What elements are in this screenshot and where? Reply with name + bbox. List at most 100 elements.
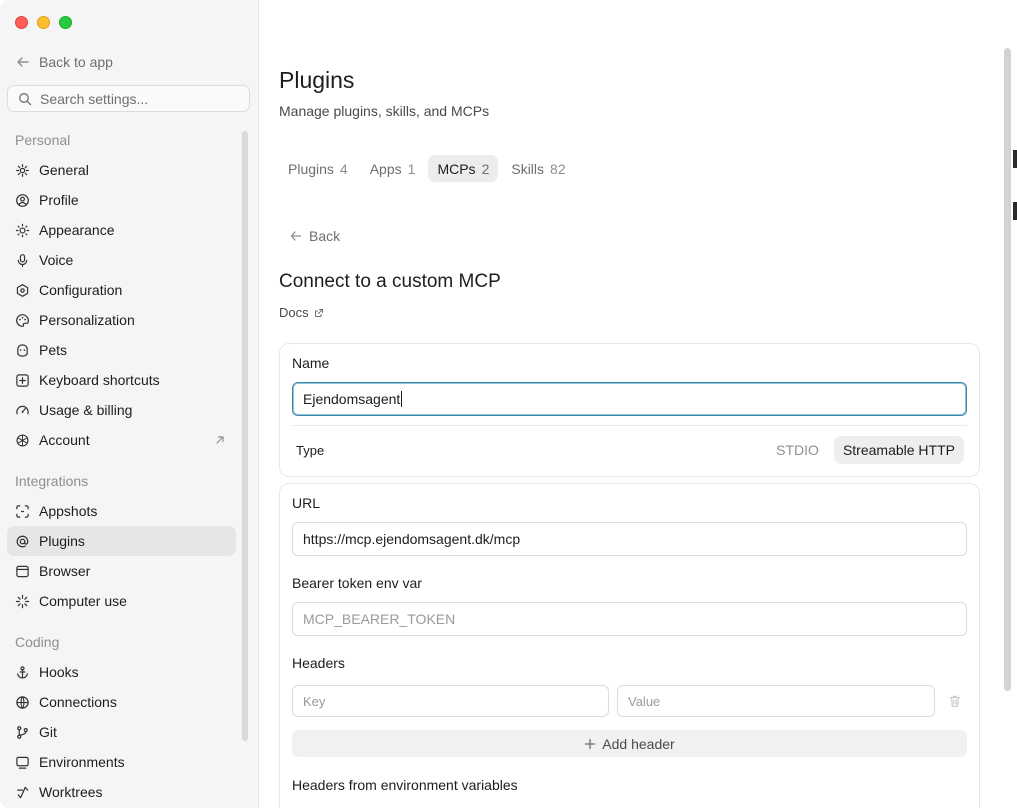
screenshot-frame-icon [16, 504, 29, 518]
openai-logo-icon [16, 433, 29, 447]
microphone-icon [17, 253, 28, 267]
type-option-stdio[interactable]: STDIO [767, 436, 828, 464]
header-value-field[interactable]: Value [617, 685, 935, 717]
tab-count: 1 [407, 160, 416, 177]
header-key-field[interactable]: Key [292, 685, 609, 717]
plus-icon [585, 738, 596, 749]
tab-label: Plugins [288, 160, 334, 177]
tab-mcps[interactable]: MCPs 2 [428, 155, 499, 182]
headers-label: Headers [292, 655, 345, 671]
section-personal: Personal [15, 132, 71, 148]
sidebar-item-label: Configuration [39, 282, 123, 298]
git-branch-icon [17, 725, 28, 739]
sidebar-item-usage-billing[interactable]: Usage & billing [7, 395, 236, 425]
configuration-icon [16, 283, 29, 297]
search-icon [19, 92, 32, 105]
anchor-icon [17, 665, 28, 679]
tab-apps[interactable]: Apps 1 [361, 155, 425, 182]
edge-fragment [1013, 150, 1017, 168]
sidebar-item-label: Pets [39, 342, 68, 358]
gauge-icon [16, 405, 29, 414]
sidebar-item-browser[interactable]: Browser [7, 556, 236, 586]
at-sign-icon [16, 535, 29, 547]
sidebar-item-personalization[interactable]: Personalization [7, 305, 236, 335]
bearer-token-field[interactable]: MCP_BEARER_TOKEN [292, 602, 967, 636]
section-coding: Coding [15, 634, 60, 650]
name-field[interactable]: Ejendomsagent [292, 382, 967, 416]
user-circle-icon [16, 193, 29, 207]
tab-count: 82 [550, 160, 566, 177]
sidebar-item-worktrees[interactable]: Worktrees [7, 777, 236, 807]
url-label: URL [292, 495, 321, 511]
sidebar-item-plugins[interactable]: Plugins [7, 526, 236, 556]
sidebar-item-keyboard-shortcuts[interactable]: Keyboard shortcuts [7, 365, 236, 395]
name-value: Ejendomsagent [303, 391, 401, 407]
sidebar-item-environments[interactable]: Environments [7, 747, 236, 777]
sidebar-item-appshots[interactable]: Appshots [7, 496, 236, 526]
divider [292, 425, 967, 426]
sidebar-item-label: Hooks [39, 664, 79, 680]
tab-bar: Plugins 4 Apps 1 MCPs 2 Skills 82 [279, 155, 575, 182]
page-title: Plugins [279, 67, 355, 93]
sidebar-item-appearance[interactable]: Appearance [7, 215, 236, 245]
trash-icon[interactable] [948, 694, 962, 708]
arrow-left-icon [290, 231, 302, 241]
tab-count: 2 [481, 160, 490, 177]
sidebar-item-label: Git [39, 724, 57, 740]
docs-label: Docs [279, 305, 309, 320]
edge-fragment [1013, 202, 1017, 220]
type-option-streamable-http[interactable]: Streamable HTTP [833, 436, 964, 464]
sidebar-item-profile[interactable]: Profile [7, 185, 236, 215]
sidebar-item-hooks[interactable]: Hooks [7, 657, 236, 687]
sidebar-item-configuration[interactable]: Configuration [7, 275, 236, 305]
type-segmented-control: STDIO Streamable HTTP [767, 436, 964, 464]
tab-plugins[interactable]: Plugins 4 [279, 155, 357, 182]
sidebar-item-label: Usage & billing [39, 402, 133, 418]
docs-link[interactable]: Docs [279, 305, 324, 320]
main-scrollbar[interactable] [1004, 48, 1011, 691]
keyboard-shortcut-icon [16, 373, 29, 387]
external-link-icon [314, 308, 323, 317]
sidebar-item-label: Personalization [39, 312, 135, 328]
back-to-app-label: Back to app [39, 54, 113, 70]
sidebar-item-account[interactable]: Account [7, 425, 236, 455]
sidebar-item-voice[interactable]: Voice [7, 245, 236, 275]
pet-icon [17, 343, 28, 357]
connection-card: URL https://mcp.ejendomsagent.dk/mcp Bea… [279, 483, 980, 808]
sidebar-item-pets[interactable]: Pets [7, 335, 236, 365]
name-label: Name [292, 355, 330, 371]
search-box[interactable] [7, 85, 250, 112]
sidebar-scrollbar[interactable] [242, 131, 248, 741]
sidebar-item-label: Appearance [39, 222, 115, 238]
sidebar-item-label: Worktrees [39, 784, 103, 800]
search-input[interactable] [40, 90, 230, 107]
sidebar-item-label: Plugins [39, 533, 85, 549]
minimize-window-button[interactable] [37, 16, 50, 29]
sidebar-item-connections[interactable]: Connections [7, 687, 236, 717]
worktree-icon [17, 786, 29, 798]
back-label: Back [309, 228, 341, 244]
tab-label: Apps [369, 160, 402, 177]
add-header-button[interactable]: Add header [292, 730, 967, 757]
sidebar-item-git[interactable]: Git [7, 717, 236, 747]
sidebar-item-label: Voice [39, 252, 74, 268]
back-button[interactable]: Back [289, 227, 340, 245]
back-to-app-link[interactable]: Back to app [15, 52, 113, 72]
bearer-token-label: Bearer token env var [292, 575, 422, 591]
window-controls [15, 16, 72, 29]
section-integrations: Integrations [15, 473, 89, 489]
tab-skills[interactable]: Skills 82 [502, 155, 574, 182]
browser-window-icon [16, 565, 29, 577]
add-header-label: Add header [602, 735, 675, 752]
close-window-button[interactable] [15, 16, 28, 29]
monitor-icon [16, 756, 29, 769]
sidebar-item-label: General [39, 162, 89, 178]
arrow-left-icon [17, 57, 29, 67]
sidebar-item-computer-use[interactable]: Computer use [7, 586, 236, 616]
sidebar-item-general[interactable]: General [7, 155, 236, 185]
url-field[interactable]: https://mcp.ejendomsagent.dk/mcp [292, 522, 967, 556]
tab-label: MCPs [437, 160, 476, 177]
sidebar-item-label: Account [39, 432, 90, 448]
zoom-window-button[interactable] [59, 16, 72, 29]
palette-icon [16, 313, 29, 327]
